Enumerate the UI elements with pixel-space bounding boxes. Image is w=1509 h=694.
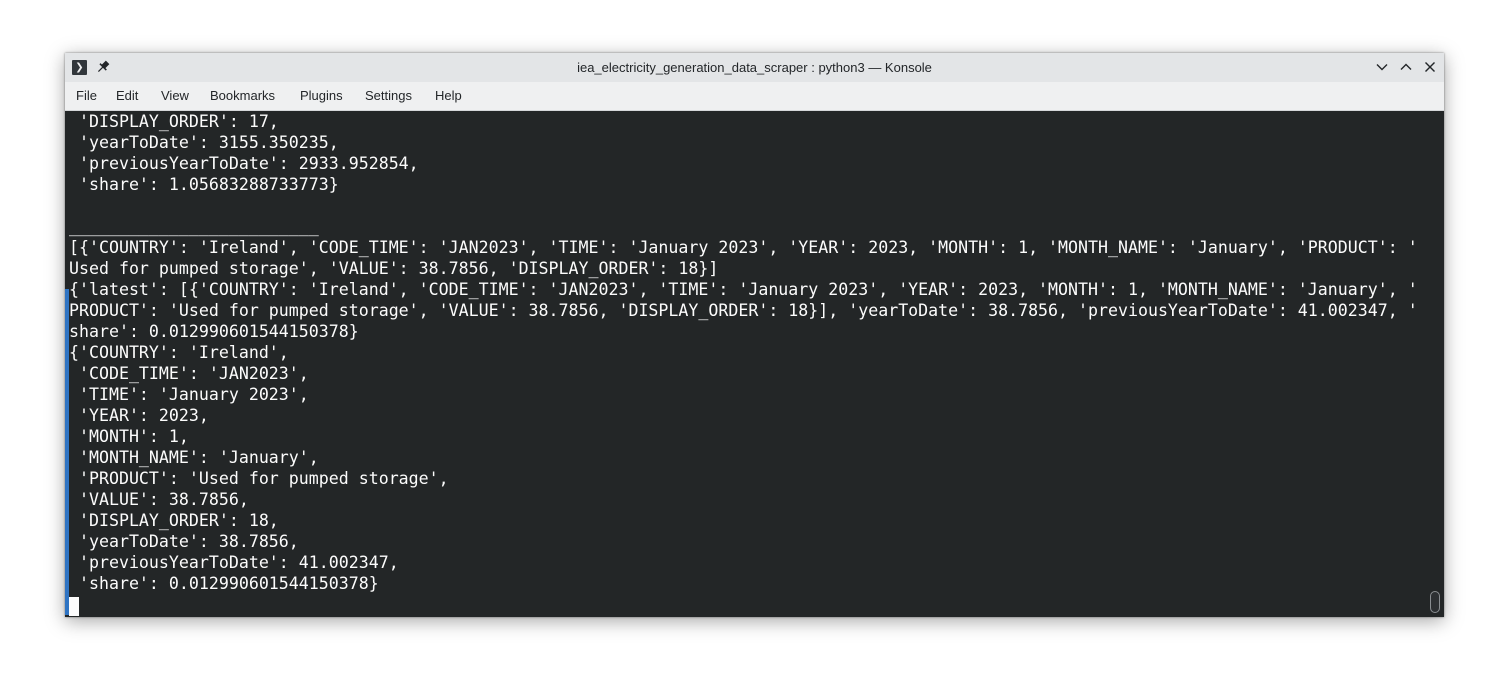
terminal-line: 'PRODUCT': 'Used for pumped storage', <box>69 469 449 488</box>
terminal-line: {'COUNTRY': 'Ireland', <box>69 343 289 362</box>
terminal-line: 'DISPLAY_ORDER': 18, <box>69 511 279 530</box>
menu-view[interactable]: View <box>161 82 189 110</box>
terminal-line: 'previousYearToDate': 41.002347, <box>69 553 399 572</box>
terminal-line: 'VALUE': 38.7856, <box>69 490 249 509</box>
chevron-up-icon[interactable] <box>1398 59 1414 75</box>
terminal-line: 'MONTH': 1, <box>69 427 189 446</box>
terminal-line: 'YEAR': 2023, <box>69 406 209 425</box>
terminal-line: 'yearToDate': 3155.350235, <box>69 133 339 152</box>
terminal-line: share': 0.012990601544150378} <box>69 322 359 341</box>
menu-edit[interactable]: Edit <box>116 82 138 110</box>
menu-bar: File Edit View Bookmarks Plugins Setting… <box>65 82 1444 111</box>
terminal-line: _________________________ <box>69 217 319 236</box>
menu-plugins[interactable]: Plugins <box>300 82 343 110</box>
terminal-line: 'TIME': 'January 2023', <box>69 385 309 404</box>
terminal-line: [{'COUNTRY': 'Ireland', 'CODE_TIME': 'JA… <box>69 238 1418 257</box>
menu-bookmarks[interactable]: Bookmarks <box>210 82 275 110</box>
scrollbar[interactable] <box>1429 111 1441 617</box>
terminal-line: 'share': 0.012990601544150378} <box>69 574 379 593</box>
menu-file[interactable]: File <box>76 82 97 110</box>
terminal-line: 'yearToDate': 38.7856, <box>69 532 299 551</box>
terminal-line: _________________________ <box>69 616 319 617</box>
scrollbar-handle[interactable] <box>1430 591 1440 613</box>
terminal-line: 'share': 1.05683288733773} <box>69 175 339 194</box>
terminal-line: {'latest': [{'COUNTRY': 'Ireland', 'CODE… <box>69 280 1418 299</box>
menu-help[interactable]: Help <box>435 82 462 110</box>
terminal-line: 'MONTH_NAME': 'January', <box>69 448 319 467</box>
terminal-view[interactable]: 'DISPLAY_ORDER': 17, 'yearToDate': 3155.… <box>65 111 1444 617</box>
terminal-output[interactable]: 'DISPLAY_ORDER': 17, 'yearToDate': 3155.… <box>69 111 1418 617</box>
window-title: iea_electricity_generation_data_scraper … <box>577 60 932 75</box>
close-icon[interactable] <box>1422 59 1438 75</box>
terminal-line: 'DISPLAY_ORDER': 17, <box>69 112 279 131</box>
terminal-line: 'previousYearToDate': 2933.952854, <box>69 154 419 173</box>
chevron-down-icon[interactable] <box>1374 59 1390 75</box>
terminal-cursor <box>69 597 79 616</box>
menu-settings[interactable]: Settings <box>365 82 412 110</box>
terminal-line: Used for pumped storage', 'VALUE': 38.78… <box>69 259 719 278</box>
title-bar[interactable]: ❯ iea_electricity_generation_data_scrape… <box>65 53 1444 82</box>
konsole-window: ❯ iea_electricity_generation_data_scrape… <box>65 53 1444 617</box>
terminal-line: 'CODE_TIME': 'JAN2023', <box>69 364 309 383</box>
terminal-line: PRODUCT': 'Used for pumped storage', 'VA… <box>69 301 1418 320</box>
